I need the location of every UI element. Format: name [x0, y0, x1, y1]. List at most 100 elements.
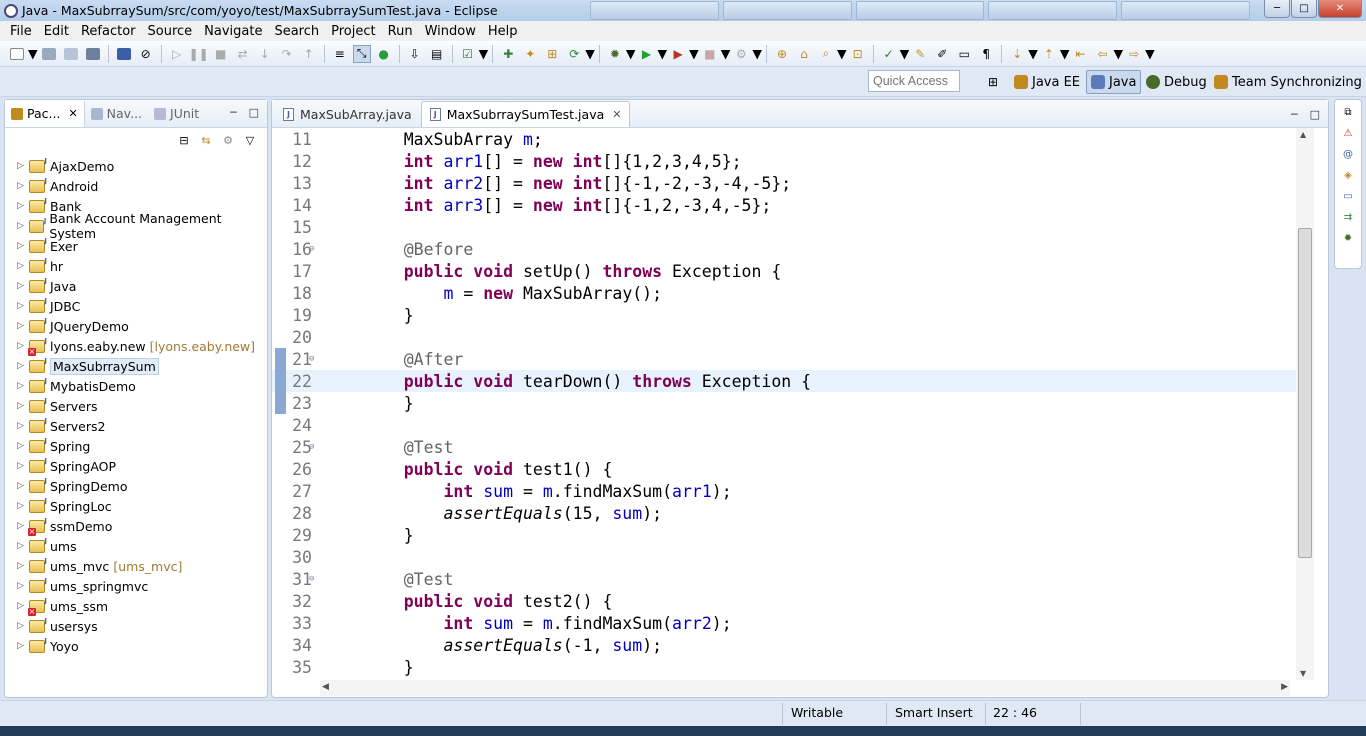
fold-toggle-icon[interactable]: ⊖ — [309, 574, 314, 584]
open-perspective-icon[interactable]: ⊞ — [984, 73, 1002, 91]
code-line[interactable]: 12 int arr1[] = new int[]{1,2,3,4,5}; — [272, 150, 1306, 172]
maximize-editor-icon[interactable]: □ — [1310, 108, 1320, 121]
scrollbar-thumb[interactable] — [1298, 228, 1312, 558]
scroll-right-icon[interactable]: ▶ — [1281, 682, 1288, 692]
link-with-editor-icon[interactable]: ⇆ — [199, 133, 213, 147]
minimize-icon[interactable]: ─ — [1264, 0, 1290, 18]
expand-arrow-icon[interactable]: ▷ — [17, 621, 29, 631]
expand-arrow-icon[interactable]: ▷ — [17, 401, 29, 411]
close-icon[interactable]: ✕ — [1318, 0, 1362, 18]
debug-dropdown-icon[interactable]: ▼ — [626, 46, 636, 61]
perspective-java-ee[interactable]: Java EE — [1010, 70, 1084, 94]
expand-arrow-icon[interactable]: ▷ — [17, 581, 29, 591]
expand-arrow-icon[interactable]: ▷ — [17, 281, 29, 291]
vertical-scrollbar[interactable]: ▲ ▼ — [1296, 128, 1314, 680]
debug-icon[interactable]: ✹ — [606, 45, 624, 63]
tree-item-bank-account-management-system[interactable]: ▷ Bank Account Management System — [5, 211, 267, 241]
expand-arrow-icon[interactable]: ▷ — [17, 221, 29, 231]
code-line[interactable]: 18 m = new MaxSubArray(); — [272, 282, 1306, 304]
expand-arrow-icon[interactable]: ▷ — [17, 441, 29, 451]
marker-icon[interactable]: ✎ — [911, 45, 929, 63]
tasks-icon[interactable]: ☑ — [459, 45, 477, 63]
quick-access-input[interactable] — [868, 70, 960, 92]
tree-item-springloc[interactable]: ▷ SpringLoc — [5, 496, 267, 516]
search-dropdown-icon[interactable]: ▼ — [837, 46, 847, 61]
code-line[interactable]: 15 — [272, 216, 1306, 238]
menu-refactor[interactable]: Refactor — [75, 24, 142, 39]
external-tool-dropdown-icon[interactable]: ▼ — [689, 46, 699, 61]
next-annotation-dropdown-icon[interactable]: ▼ — [1028, 46, 1038, 61]
tree-item-hr[interactable]: ▷ hr — [5, 256, 267, 276]
fold-toggle-icon[interactable]: ⊖ — [309, 354, 314, 364]
perspective-debug[interactable]: Debug — [1142, 70, 1211, 94]
tree-item-ssmdemo[interactable]: ▷ssmDemo — [5, 516, 267, 536]
code-line[interactable]: 33 int sum = m.findMaxSum(arr2); — [272, 612, 1306, 634]
tasks-dropdown-icon[interactable]: ▼ — [479, 46, 489, 61]
javadoc-icon[interactable]: @ — [1341, 149, 1355, 163]
expand-arrow-icon[interactable]: ▷ — [17, 201, 29, 211]
debug-view-icon[interactable]: ✹ — [1341, 233, 1355, 247]
scroll-left-icon[interactable]: ◀ — [322, 682, 329, 692]
focus-task-icon[interactable]: ⚙ — [221, 133, 235, 147]
tree-item-jdbc[interactable]: ▷ JDBC — [5, 296, 267, 316]
tree-item-ums-ssm[interactable]: ▷ums_ssm — [5, 596, 267, 616]
menu-window[interactable]: Window — [419, 24, 482, 39]
task-list-icon[interactable]: ▤ — [428, 45, 446, 63]
new-icon[interactable] — [8, 45, 26, 63]
code-line[interactable]: 21 ⊖ @After — [272, 348, 1306, 370]
tree-item-ums-springmvc[interactable]: ▷ ums_springmvc — [5, 576, 267, 596]
toggle-mark-occurrences-icon[interactable]: ≡ — [331, 45, 349, 63]
forward-dropdown-icon[interactable]: ▼ — [1145, 46, 1155, 61]
console-icon[interactable]: ▭ — [1341, 191, 1355, 205]
fold-toggle-icon[interactable]: ⊖ — [309, 442, 314, 452]
tree-item-yoyo[interactable]: ▷ Yoyo — [5, 636, 267, 656]
minimize-view-icon[interactable]: ─ — [230, 106, 237, 119]
menu-edit[interactable]: Edit — [38, 24, 75, 39]
code-line[interactable]: 22 public void tearDown() throws Excepti… — [272, 370, 1306, 392]
show-whitespace-icon[interactable]: ▭ — [955, 45, 973, 63]
expand-arrow-icon[interactable]: ▷ — [17, 641, 29, 651]
expand-arrow-icon[interactable]: ▷ — [17, 461, 29, 471]
editor-tab-maxsubarray[interactable]: J MaxSubArray.java — [274, 101, 421, 127]
tree-item-servers[interactable]: ▷ Servers — [5, 396, 267, 416]
code-line[interactable]: 31 ⊖ @Test — [272, 568, 1306, 590]
previous-annotation-icon[interactable]: ⇡ — [1040, 45, 1058, 63]
code-line[interactable]: 26 public void test1() { — [272, 458, 1306, 480]
refresh-icon[interactable]: ⟳ — [565, 45, 583, 63]
expand-arrow-icon[interactable]: ▷ — [17, 261, 29, 271]
open-folder-icon[interactable]: ⌂ — [795, 45, 813, 63]
perspective-java[interactable]: Java — [1086, 70, 1142, 94]
forward-icon[interactable]: ⇨ — [1125, 45, 1143, 63]
code-line[interactable]: 16 ⊖ @Before — [272, 238, 1306, 260]
code-line[interactable]: 34 assertEquals(-1, sum); — [272, 634, 1306, 656]
tree-item-springaop[interactable]: ▷ SpringAOP — [5, 456, 267, 476]
code-line[interactable]: 11 MaxSubArray m; — [272, 128, 1306, 150]
skip-breakpoints-icon[interactable]: ⊘ — [137, 45, 155, 63]
restore-icon[interactable]: ⧉ — [1341, 107, 1355, 121]
open-type-icon[interactable]: ⊕ — [773, 45, 791, 63]
next-annotation-icon[interactable]: ⇣ — [1008, 45, 1026, 63]
tree-item-ums-mvc[interactable]: ▷ ums_mvc[ums_mvc] — [5, 556, 267, 576]
back-dropdown-icon[interactable]: ▼ — [1114, 46, 1124, 61]
tree-item-springdemo[interactable]: ▷ SpringDemo — [5, 476, 267, 496]
new-java-package-icon[interactable]: ✦ — [521, 45, 539, 63]
menu-source[interactable]: Source — [142, 24, 199, 39]
code-line[interactable]: 23 } — [272, 392, 1306, 414]
menu-help[interactable]: Help — [482, 24, 524, 39]
servers-icon[interactable]: ⇉ — [1341, 212, 1355, 226]
code-line[interactable]: 14 int arr3[] = new int[]{-1,2,-3,4,-5}; — [272, 194, 1306, 216]
code-line[interactable]: 35 } — [272, 656, 1306, 678]
new-java-project-icon[interactable]: ✚ — [499, 45, 517, 63]
expand-arrow-icon[interactable]: ▷ — [17, 421, 29, 431]
menu-run[interactable]: Run — [382, 24, 419, 39]
code-line[interactable]: 32 public void test2() { — [272, 590, 1306, 612]
view-menu-icon[interactable]: ▽ — [243, 133, 257, 147]
tree-item-mybatisdemo[interactable]: ▷ MybatisDemo — [5, 376, 267, 396]
scroll-down-icon[interactable]: ▼ — [1300, 669, 1306, 678]
tab-navigator[interactable]: Nav... — [85, 101, 148, 127]
menu-project[interactable]: Project — [325, 24, 381, 39]
expand-arrow-icon[interactable]: ▷ — [17, 241, 29, 251]
editor-tab-maxsubrraysumtest[interactable]: J MaxSubrraySumTest.java ✕ — [420, 101, 631, 127]
back-icon[interactable]: ⇦ — [1094, 45, 1112, 63]
last-edit-location-icon[interactable]: ⇤ — [1072, 45, 1090, 63]
